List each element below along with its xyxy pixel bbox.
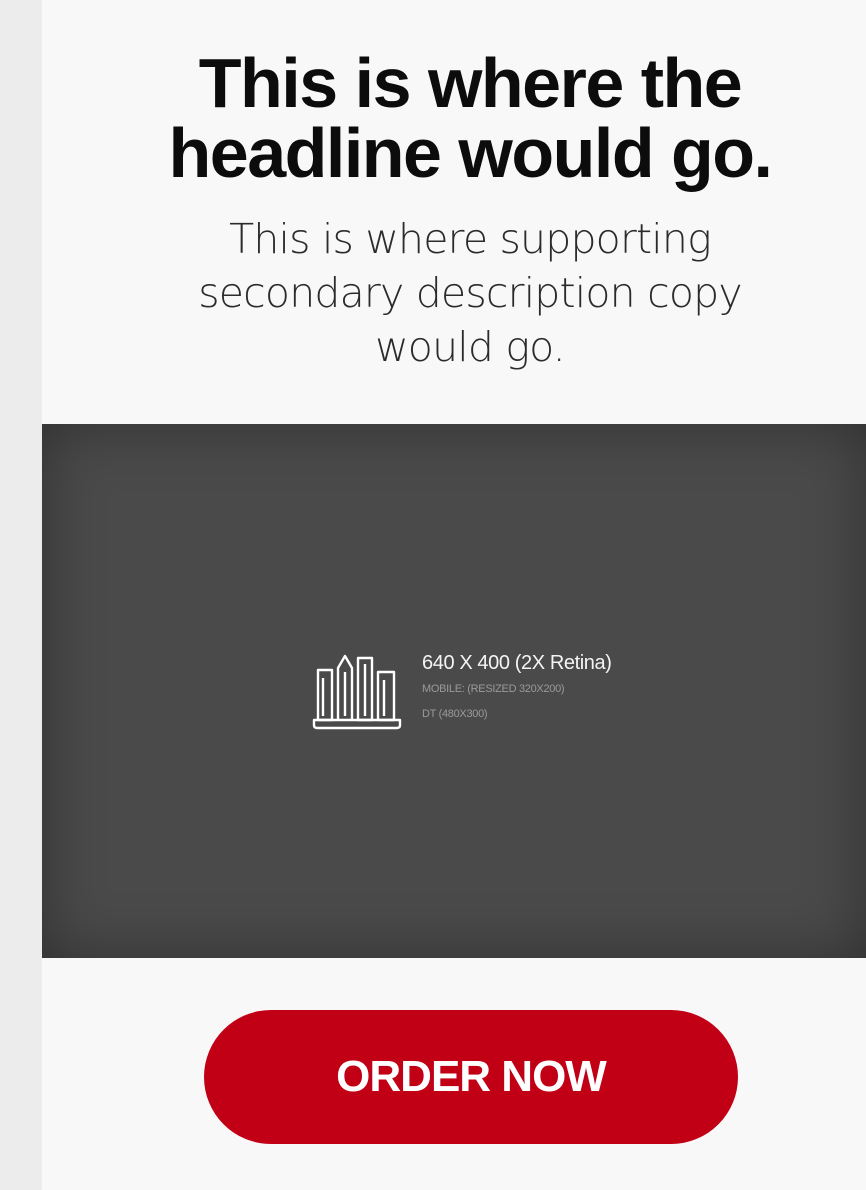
headline-line-1: This is where the xyxy=(198,44,743,122)
email-card: This is where the headline would go. Thi… xyxy=(42,0,866,1190)
placeholder-caption: 640 X 400 (2X Retina) MOBILE: (RESIZED 3… xyxy=(422,650,742,728)
placeholder-mobile-size: MOBILE: (RESIZED 320X200) xyxy=(422,683,565,695)
left-gutter xyxy=(0,0,42,1190)
headline: This is where the headline would go. xyxy=(42,48,866,188)
supporting-copy-line-1: This is where supporting xyxy=(229,215,712,263)
placeholder-dimensions: 640 X 400 (2X Retina) xyxy=(422,652,612,674)
image-placeholder: 640 X 400 (2X Retina) MOBILE: (RESIZED 3… xyxy=(42,424,866,958)
city-buildings-icon xyxy=(312,654,402,730)
supporting-copy-line-3: would go. xyxy=(375,323,566,371)
order-now-button[interactable]: ORDER NOW xyxy=(204,1010,738,1144)
supporting-copy-line-2: secondary description copy xyxy=(198,269,742,317)
placeholder-desktop-size: DT (480X300) xyxy=(422,708,488,720)
supporting-copy: This is where supporting secondary descr… xyxy=(42,212,866,374)
headline-line-2: headline would go. xyxy=(168,114,774,192)
